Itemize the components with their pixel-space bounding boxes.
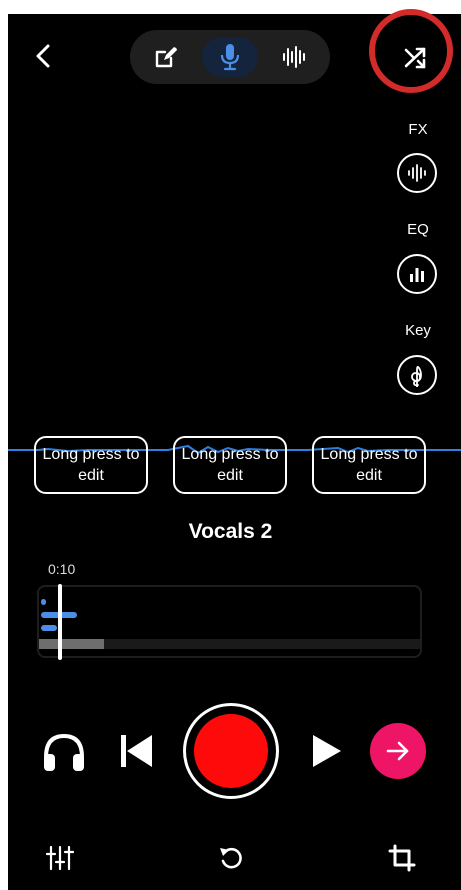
play-icon <box>313 735 341 767</box>
key-label: Key <box>405 322 431 339</box>
window-edge-top <box>0 0 461 14</box>
long-press-bubble[interactable]: Long press to edit <box>34 436 148 494</box>
chevron-left-icon <box>36 44 50 68</box>
play-button[interactable] <box>311 734 343 768</box>
fx-button[interactable] <box>397 153 437 193</box>
audio-blip <box>41 625 57 631</box>
time-label: 0:10 <box>48 561 76 577</box>
audio-blip <box>41 599 46 605</box>
undo-icon <box>220 847 242 869</box>
fx-label: FX <box>408 121 428 138</box>
crop-icon <box>388 844 416 872</box>
skip-back-button[interactable] <box>118 733 154 769</box>
recording-screen: FX EQ Key Long press to edit Long press <box>0 0 461 890</box>
back-button[interactable] <box>30 40 56 72</box>
track-timeline[interactable] <box>37 584 422 660</box>
long-press-bubble[interactable]: Long press to edit <box>173 436 287 494</box>
eq-button[interactable] <box>397 254 437 294</box>
bar-chart-icon <box>410 268 424 282</box>
undo-button[interactable] <box>217 844 245 872</box>
audio-wave-icon <box>408 164 426 182</box>
headphones-icon <box>44 733 84 771</box>
edit-icon <box>155 47 177 68</box>
microphone-icon <box>220 44 240 71</box>
timeline-track <box>39 639 420 649</box>
treble-clef-icon <box>411 365 422 387</box>
eq-label: EQ <box>407 221 429 238</box>
mixer-button[interactable] <box>45 844 75 872</box>
timeline-progress <box>39 639 104 649</box>
playhead[interactable] <box>58 584 62 660</box>
record-icon <box>194 714 268 788</box>
skip-back-icon <box>121 735 152 767</box>
record-button[interactable] <box>183 703 279 799</box>
mode-switch <box>130 30 330 84</box>
mode-waveform-button[interactable] <box>267 37 323 77</box>
crop-button[interactable] <box>388 844 416 872</box>
track-title: Vocals 2 <box>188 520 273 543</box>
mixer-icon <box>45 845 75 871</box>
arrow-right-icon <box>386 741 409 761</box>
monitor-button[interactable] <box>41 731 87 773</box>
key-button[interactable] <box>397 355 437 395</box>
highlight-circle <box>369 9 453 93</box>
next-button[interactable] <box>370 723 426 779</box>
window-edge <box>0 0 8 890</box>
long-press-bubble[interactable]: Long press to edit <box>312 436 426 494</box>
mode-edit-button[interactable] <box>138 37 194 77</box>
waveform-icon <box>283 46 305 68</box>
mode-record-button[interactable] <box>202 37 258 77</box>
